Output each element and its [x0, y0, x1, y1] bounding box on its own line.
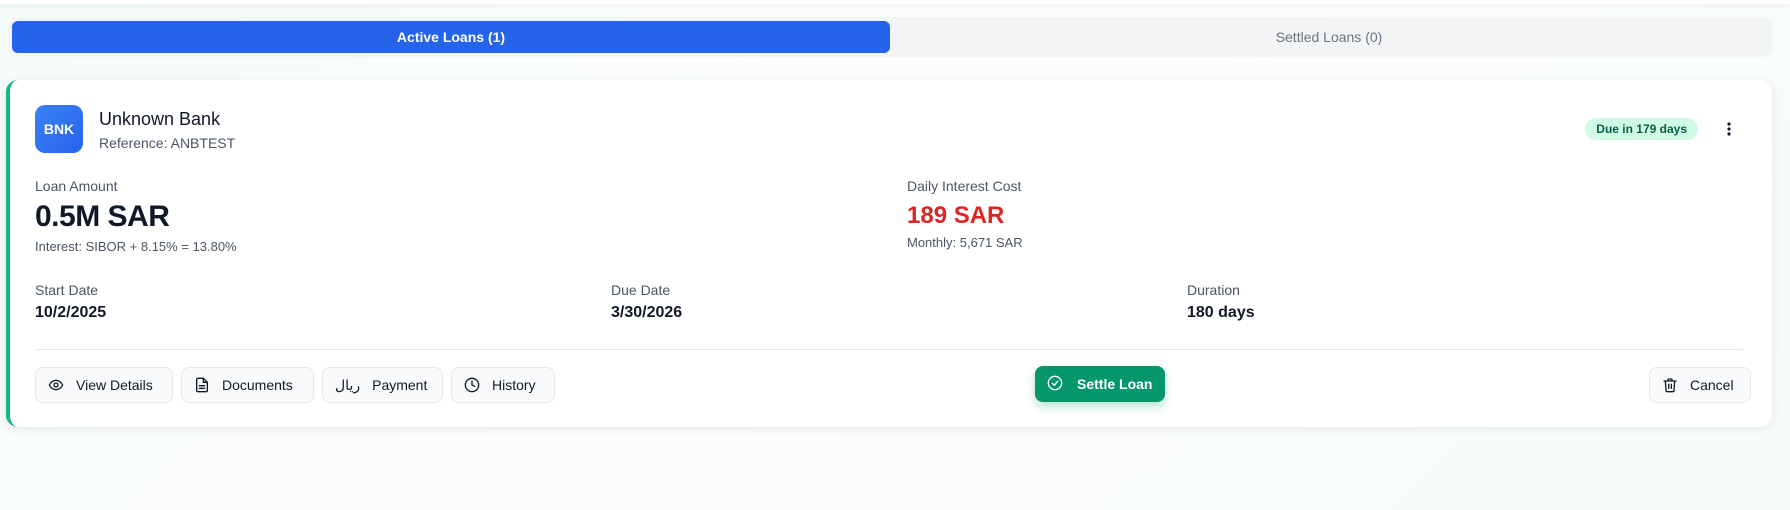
- history-label: History: [492, 377, 536, 393]
- loan-reference: Reference: ANBTEST: [99, 135, 236, 151]
- duration-label: Duration: [1187, 282, 1240, 298]
- duration: 180 days: [1187, 304, 1255, 321]
- loan-amount: 0.5M SAR: [35, 200, 170, 233]
- bank-avatar: BNK: [35, 105, 83, 153]
- eye-icon: [48, 377, 64, 393]
- history-button[interactable]: History: [451, 367, 555, 403]
- start-date-label: Start Date: [35, 282, 99, 298]
- view-details-button[interactable]: View Details: [35, 367, 173, 403]
- document-icon: [194, 377, 210, 393]
- documents-label: Documents: [222, 377, 293, 393]
- cancel-label: Cancel: [1690, 377, 1734, 393]
- daily-cost: 189 SAR: [907, 202, 1005, 229]
- due-date-label: Due Date: [611, 282, 671, 298]
- documents-button[interactable]: Documents: [181, 367, 314, 403]
- monthly-cost: Monthly: 5,671 SAR: [907, 235, 1023, 250]
- clock-icon: [464, 377, 480, 393]
- payment-label: Payment: [372, 377, 428, 393]
- rial-icon: ريال: [335, 376, 361, 393]
- bank-name: Unknown Bank: [99, 109, 221, 129]
- payment-button[interactable]: ريال Payment: [322, 367, 443, 403]
- top-bar: [0, 0, 1790, 4]
- settle-loan-button[interactable]: Settle Loan: [1035, 366, 1165, 402]
- loan-amount-label: Loan Amount: [35, 178, 118, 194]
- daily-cost-label: Daily Interest Cost: [907, 178, 1022, 194]
- tab-active-loans[interactable]: Active Loans (1): [12, 21, 890, 53]
- due-status-badge: Due in 179 days: [1585, 118, 1698, 140]
- more-vertical-icon[interactable]: [1716, 116, 1742, 142]
- due-date: 3/30/2026: [611, 304, 683, 321]
- settle-loan-label: Settle Loan: [1077, 376, 1153, 392]
- tab-settled-loans[interactable]: Settled Loans (0): [890, 21, 1768, 53]
- loan-tabs: Active Loans (1) Settled Loans (0): [8, 17, 1772, 57]
- divider: [35, 349, 1743, 350]
- cancel-button[interactable]: Cancel: [1649, 367, 1751, 403]
- loan-card: BNK Unknown Bank Reference: ANBTEST Due …: [6, 80, 1772, 427]
- view-details-label: View Details: [76, 377, 153, 393]
- check-circle-icon: [1047, 375, 1063, 394]
- interest-rate: Interest: SIBOR + 8.15% = 13.80%: [35, 239, 237, 254]
- trash-icon: [1662, 377, 1678, 393]
- start-date: 10/2/2025: [35, 304, 107, 321]
